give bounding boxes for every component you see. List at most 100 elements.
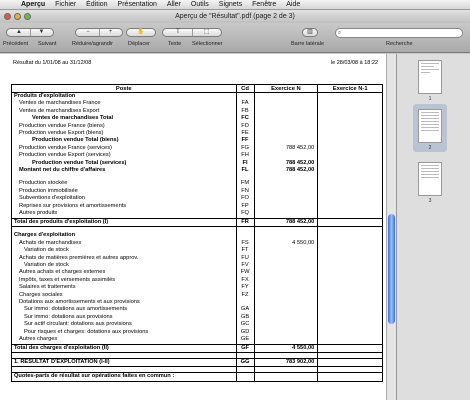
cell-label: Impôts, taxes et versements assimilés bbox=[11, 276, 237, 285]
search-label: Recherche bbox=[386, 41, 413, 47]
table-row: Sur immo: dotations aux provisions GB bbox=[11, 313, 383, 322]
table-row: Ventes de marchandises Export FB bbox=[11, 107, 383, 116]
next-button[interactable]: Suivant bbox=[38, 41, 56, 47]
cell-n1 bbox=[317, 306, 383, 314]
cell-label: Variation de stock bbox=[11, 262, 237, 270]
cell-label: Autres produits bbox=[11, 210, 237, 218]
zoom-button[interactable]: Réduire/agrandir bbox=[72, 41, 113, 47]
cell-n1 bbox=[317, 284, 383, 292]
menu-edition[interactable]: Édition bbox=[81, 1, 112, 8]
cell-n bbox=[253, 92, 319, 101]
cell-label: Sur immo: dotations aux provisions bbox=[11, 313, 237, 322]
cell-label: Production stockée bbox=[11, 180, 237, 188]
cell-cd: FP bbox=[235, 202, 255, 211]
cell-label: Reprises sur provisions et amortissement… bbox=[11, 202, 237, 211]
cell-n1 bbox=[317, 328, 383, 337]
menu-fenetre[interactable]: Fenêtre bbox=[247, 1, 281, 8]
cell-cd: FC bbox=[235, 115, 255, 123]
menu-signets[interactable]: Signets bbox=[214, 1, 247, 8]
table-row: Production vendue Total (biens) FF bbox=[11, 137, 383, 145]
prev-button[interactable]: Précédent bbox=[3, 41, 28, 47]
cell-n1 bbox=[317, 144, 383, 153]
vertical-scrollbar[interactable] bbox=[386, 54, 396, 400]
cell-cd: FT bbox=[235, 247, 255, 255]
cell-cd: FQ bbox=[235, 210, 255, 218]
cell-label: Production vendue Export (services) bbox=[11, 152, 237, 160]
cell-cd bbox=[235, 92, 255, 101]
scroll-thumb[interactable] bbox=[388, 214, 395, 324]
text-button[interactable]: Texte bbox=[168, 41, 181, 47]
menu-aller[interactable]: Aller bbox=[162, 1, 186, 8]
table-row: Production vendue Total (services) FI 788 … bbox=[11, 159, 383, 168]
menu-outils[interactable]: Outils bbox=[186, 1, 214, 8]
cell-n bbox=[253, 107, 319, 116]
cell-label: Production vendue France (services) bbox=[11, 144, 237, 153]
page-number-1: 1 bbox=[428, 96, 432, 102]
cell-cd: FN bbox=[235, 187, 255, 196]
cell-n bbox=[253, 210, 319, 218]
cell-label: Total des produits d'exploitation (I) bbox=[11, 217, 237, 227]
cell-n1 bbox=[317, 167, 383, 175]
cell-n1 bbox=[317, 115, 383, 123]
text-tool-icon[interactable]: T bbox=[164, 29, 192, 36]
menu-aide[interactable]: Aide bbox=[281, 1, 305, 8]
cell-cd: FH bbox=[235, 152, 255, 160]
cell-n1 bbox=[317, 254, 383, 263]
cell-n bbox=[253, 328, 319, 337]
header-cd: Cd bbox=[235, 84, 255, 93]
cell-label: Salaires et traitements bbox=[11, 284, 237, 292]
menu-presentation[interactable]: Présentation bbox=[113, 1, 162, 8]
cell-n1 bbox=[317, 137, 383, 145]
select-tool-icon[interactable]: ⬚ bbox=[192, 29, 220, 36]
cell-n1 bbox=[317, 180, 383, 188]
table-row: Salaires et traitements FY bbox=[11, 284, 383, 292]
table-row: Ventes de marchandises Total FC bbox=[11, 115, 383, 123]
cell-cd: FR bbox=[235, 217, 255, 227]
table-row: Montant net du chiffre d'affaires FL 788 4… bbox=[11, 167, 383, 175]
page-thumbnail-1[interactable] bbox=[418, 60, 442, 94]
cell-n1 bbox=[317, 299, 383, 307]
arrow-up-icon[interactable]: ▲ bbox=[8, 29, 30, 36]
cell-cd: FD bbox=[235, 122, 255, 131]
cell-cd: GF bbox=[235, 343, 255, 353]
select-button[interactable]: Sélectionner bbox=[192, 41, 223, 47]
cell-label: Production immobilisée bbox=[11, 187, 237, 196]
cell-n bbox=[253, 152, 319, 160]
table-row: Production vendue France (biens) FD bbox=[11, 122, 383, 131]
search-input[interactable]: ⌕ bbox=[335, 28, 463, 38]
period-label: Résultat du 1/01/08 au 31/12/08 bbox=[13, 60, 92, 66]
zoom-button[interactable] bbox=[24, 13, 31, 20]
cell-cd: FU bbox=[235, 254, 255, 263]
menu-aperçu[interactable]: Aperçu bbox=[16, 1, 50, 8]
menu-bar: Aperçu Fichier Édition Présentation Alle… bbox=[0, 0, 470, 10]
zoom-out-icon[interactable]: − bbox=[77, 29, 99, 36]
table-row: Variation de stock FT bbox=[11, 247, 383, 255]
cell-n: 4 550,00 bbox=[253, 343, 319, 353]
page-thumbnail-2[interactable] bbox=[418, 109, 442, 143]
preview-window: Aperçu de "Résultat".pdf (page 2 de 3) ▲… bbox=[0, 10, 470, 400]
cell-label: Sur immo: dotations aux amortissements bbox=[11, 306, 237, 314]
cell-label: Total des charges d'exploitation (II) bbox=[11, 343, 237, 353]
sidebar-toggle[interactable]: ▥ bbox=[302, 28, 318, 37]
cell-n bbox=[253, 100, 319, 108]
cell-cd: FY bbox=[235, 284, 255, 292]
cell-label: Achats de matières premières et autres a… bbox=[11, 254, 237, 263]
move-tool[interactable]: ✋ bbox=[126, 28, 156, 37]
cell-label: Autres charges bbox=[11, 336, 237, 344]
cell-n1 bbox=[317, 239, 383, 248]
menu-fichier[interactable]: Fichier bbox=[50, 1, 81, 8]
window-title: Aperçu de "Résultat".pdf (page 2 de 3) bbox=[175, 13, 295, 20]
table-row: Production stockée FM bbox=[11, 180, 383, 188]
page-thumbnail-3[interactable] bbox=[418, 162, 442, 196]
table-row: Autres charges GE bbox=[11, 336, 383, 344]
header-poste: Poste bbox=[11, 84, 237, 93]
zoom-in-icon[interactable]: + bbox=[99, 29, 121, 36]
arrow-down-icon[interactable]: ▼ bbox=[30, 29, 52, 36]
cell-label: Production vendue France (biens) bbox=[11, 122, 237, 131]
move-button[interactable]: Déplacer bbox=[128, 41, 150, 47]
table-row: Production immobilisée FN bbox=[11, 187, 383, 196]
minimize-button[interactable] bbox=[14, 13, 21, 20]
document-view[interactable]: Résultat du 1/01/08 au 31/12/08 le 28/03… bbox=[0, 54, 386, 400]
sidebar-button[interactable]: Barre latérale bbox=[291, 41, 324, 47]
close-button[interactable] bbox=[4, 13, 11, 20]
